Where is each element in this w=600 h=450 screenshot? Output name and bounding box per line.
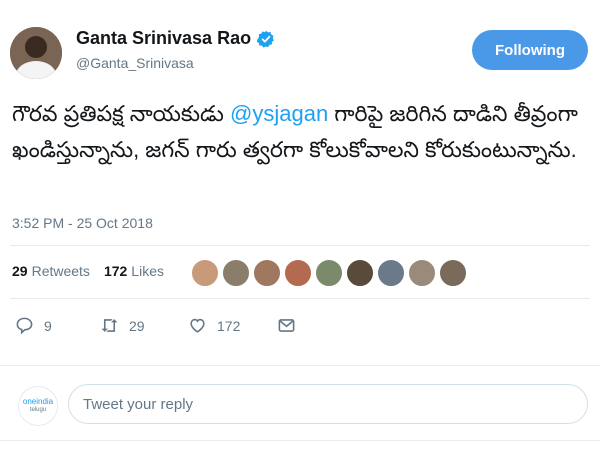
- likes-label: Likes: [131, 263, 164, 279]
- retweet-icon: [101, 319, 118, 332]
- retweets-label: Retweets: [31, 263, 90, 279]
- logo-line2: telugu: [29, 407, 47, 413]
- reply-count: 9: [44, 317, 52, 334]
- liker-avatar[interactable]: [190, 258, 220, 288]
- retweets-count: 29: [12, 263, 28, 279]
- liker-avatar[interactable]: [376, 258, 406, 288]
- divider-footer: [0, 440, 600, 441]
- avatar-image: [10, 27, 62, 79]
- verified-badge-icon: [257, 30, 274, 48]
- divider-middle: [10, 298, 590, 299]
- tweet-text-part1: గౌరవ ప్రతిపక్ష నాయకుడు: [12, 101, 231, 126]
- oneindia-logo: oneindia telugu: [18, 386, 58, 426]
- reply-action[interactable]: 9: [15, 316, 52, 335]
- profile-handle[interactable]: @Ganta_Srinivasa: [76, 55, 194, 71]
- profile-name[interactable]: Ganta Srinivasa Rao: [76, 28, 251, 49]
- direct-message-action[interactable]: [277, 316, 296, 335]
- divider-bottom: [0, 365, 600, 366]
- likes-count: 172: [103, 263, 128, 279]
- profile-name-row: Ganta Srinivasa Rao: [76, 28, 275, 49]
- logo-line1: oneindia: [22, 397, 54, 406]
- liker-avatar[interactable]: [221, 258, 251, 288]
- retweet-count: 29: [129, 317, 145, 334]
- liker-avatar[interactable]: [407, 258, 437, 288]
- tweet-mention-link[interactable]: @ysjagan: [230, 101, 328, 126]
- liker-avatar[interactable]: [283, 258, 313, 288]
- envelope-icon: [278, 319, 295, 332]
- tweet-text: గౌరవ ప్రతిపక్ష నాయకుడు @ysjagan గారిపై జ…: [12, 96, 587, 168]
- tweet-timestamp[interactable]: 3:52 PM - 25 Oct 2018: [12, 215, 153, 231]
- retweets-stat[interactable]: 29 Retweets: [12, 263, 90, 279]
- liker-avatar[interactable]: [252, 258, 282, 288]
- divider-top: [10, 245, 590, 246]
- liker-avatar[interactable]: [345, 258, 375, 288]
- like-action[interactable]: 172: [188, 316, 240, 335]
- liker-avatar[interactable]: [314, 258, 344, 288]
- reply-icon: [16, 317, 33, 335]
- following-button[interactable]: Following: [472, 30, 588, 70]
- liker-avatar[interactable]: [438, 258, 468, 288]
- tweet-stats: 29 Retweets 172 Likes: [12, 263, 164, 279]
- heart-icon: [190, 318, 205, 333]
- avatar[interactable]: [10, 27, 62, 79]
- reply-input[interactable]: Tweet your reply: [68, 384, 588, 424]
- retweet-action[interactable]: 29: [100, 316, 145, 335]
- like-count: 172: [217, 317, 241, 334]
- likes-stat[interactable]: 172 Likes: [104, 263, 164, 279]
